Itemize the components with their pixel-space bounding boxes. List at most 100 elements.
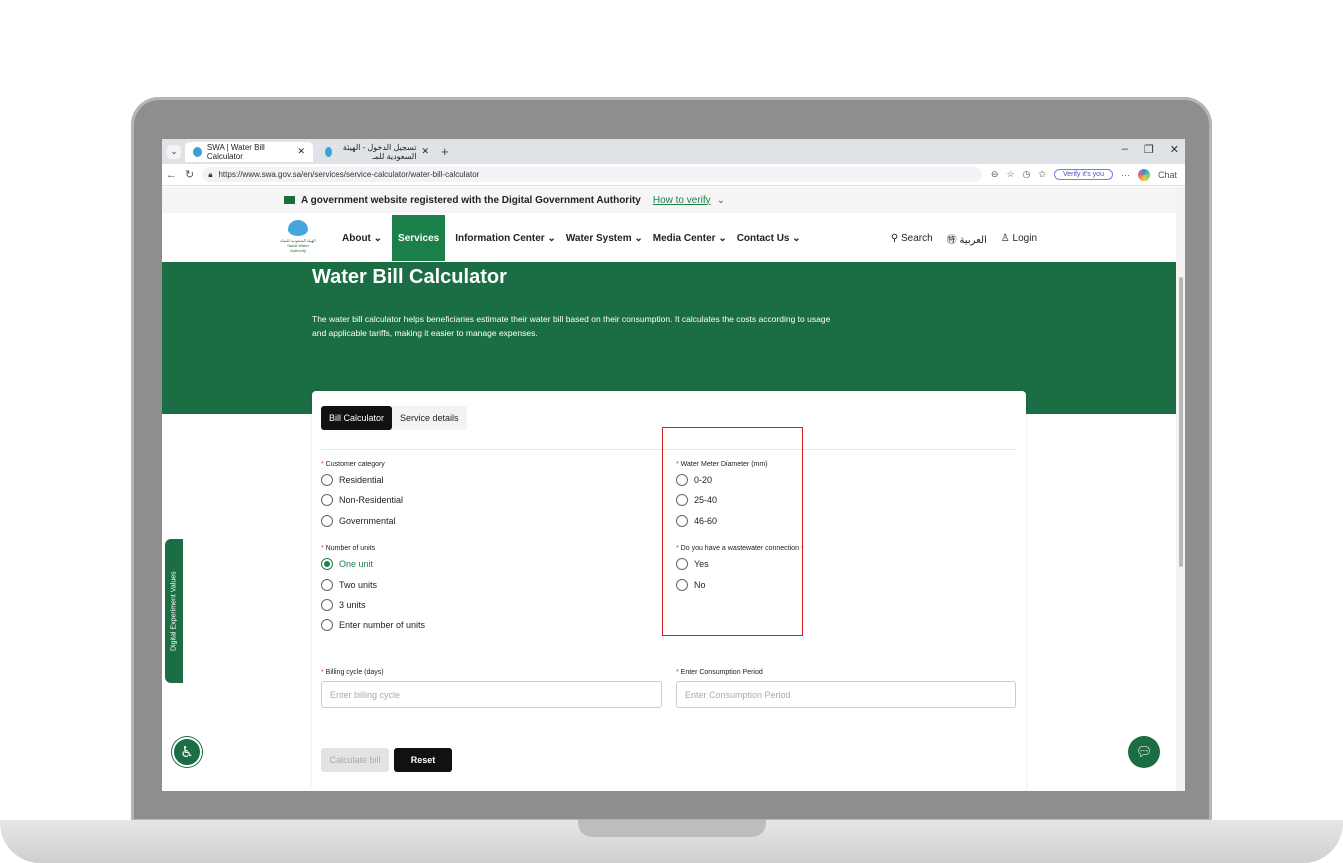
scrollbar-thumb[interactable] [1179, 277, 1183, 567]
label-text: Billing cycle (days) [325, 669, 384, 676]
flag-icon [284, 196, 295, 204]
radio-two-units[interactable]: Two units [321, 579, 377, 591]
zoom-icon[interactable]: ⊖ [991, 169, 999, 180]
browser-tab-bar: ⌄ SWA | Water Bill Calculator ✕ تسجيل ال… [162, 139, 1185, 164]
gov-banner-text: A government website registered with the… [301, 194, 641, 206]
user-icon: ♙ [1000, 232, 1010, 244]
radio-3-units[interactable]: 3 units [321, 599, 366, 611]
how-to-verify-link[interactable]: How to verify [653, 195, 711, 206]
reset-button[interactable]: Reset [394, 748, 452, 772]
url-field[interactable]: 🔒︎ https://www.swa.gov.sa/en/services/se… [202, 167, 983, 182]
radio-one-unit[interactable]: One unit [321, 558, 373, 570]
browser-screen: ⌄ SWA | Water Bill Calculator ✕ تسجيل ال… [162, 139, 1185, 791]
back-icon[interactable]: ← [166, 169, 177, 181]
nav-media-center[interactable]: Media Center ⌄ [653, 215, 727, 261]
swa-logo[interactable]: الهيئة السعودية للمياه Saudi Water Autho… [280, 220, 316, 256]
consumption-period-input[interactable]: Enter Consumption Period [676, 681, 1016, 708]
logo-text: الهيئة السعودية للمياه Saudi Water Autho… [280, 238, 316, 253]
extensions-icon[interactable]: ◷ [1023, 169, 1031, 180]
radio-label: Enter number of units [339, 620, 426, 630]
more-icon[interactable]: ··· [1121, 170, 1130, 180]
language-label: العربية [959, 234, 987, 246]
radio-label: 3 units [339, 600, 366, 610]
chat-label[interactable]: Chat [1158, 170, 1177, 180]
search-button[interactable]: ⚲ Search [891, 233, 933, 244]
customer-category-label: * Customer category [321, 461, 385, 468]
page-description: The water bill calculator helps benefici… [312, 314, 831, 338]
radio-label: Governmental [339, 516, 396, 526]
tab-bill-calculator[interactable]: Bill Calculator [321, 406, 393, 430]
chevron-down-icon[interactable]: ⌄ [717, 195, 725, 206]
close-tab-icon[interactable]: ✕ [421, 146, 429, 157]
browser-tab-active[interactable]: SWA | Water Bill Calculator ✕ [185, 141, 313, 162]
search-label: Search [900, 232, 933, 244]
refresh-icon[interactable]: ↻ [185, 168, 194, 181]
chat-bubble-icon[interactable]: 💬︎ [1128, 736, 1160, 768]
radio-label: One unit [339, 559, 374, 569]
minimize-icon[interactable]: – [1122, 143, 1128, 156]
tab-title: تسجيل الدخول - الهيئة السعودية للمـ [342, 142, 417, 161]
login-button[interactable]: ♙ Login [1001, 233, 1037, 244]
radio-non-residential[interactable]: Non-Residential [321, 494, 403, 506]
billing-cycle-label: * Billing cycle (days) [321, 669, 384, 676]
address-bar: ← ↻ 🔒︎ https://www.swa.gov.sa/en/service… [162, 164, 1185, 186]
water-drop-icon [288, 220, 308, 236]
lock-icon: 🔒︎ [208, 169, 213, 179]
radio-circle [321, 474, 333, 486]
favorite-star-icon[interactable]: ☆ [1006, 169, 1014, 180]
radio-enter-number-of-units[interactable]: Enter number of units [321, 619, 425, 631]
gov-banner: A government website registered with the… [162, 187, 1185, 213]
tab-service-details[interactable]: Service details [392, 406, 467, 430]
card-tabs: Bill Calculator Service details [321, 406, 467, 430]
radio-circle [321, 579, 333, 591]
radio-governmental[interactable]: Governmental [321, 515, 396, 527]
verify-profile-button[interactable]: Verify it's you [1053, 169, 1113, 180]
restore-icon[interactable]: ❐ [1144, 143, 1154, 156]
close-tab-icon[interactable]: ✕ [297, 146, 305, 157]
url-text: https://www.swa.gov.sa/en/services/servi… [218, 170, 480, 179]
language-button[interactable]: ㊕ العربية [947, 231, 987, 246]
nav-about[interactable]: About ⌄ [342, 215, 382, 261]
laptop-notch [578, 820, 766, 837]
nav-services[interactable]: Services [392, 215, 446, 261]
copilot-icon[interactable] [1137, 168, 1150, 181]
radio-circle [321, 515, 333, 527]
favorites-icon[interactable]: ✩ [1038, 169, 1046, 180]
radio-label: Residential [339, 475, 384, 485]
tab-list-button[interactable]: ⌄ [167, 144, 181, 159]
radio-residential[interactable]: Residential [321, 474, 384, 486]
label-text: Enter Consumption Period [680, 669, 763, 676]
site-favicon-icon [325, 146, 332, 157]
main-nav: About ⌄ Services Information Center ⌄ Wa… [342, 215, 801, 261]
digital-experiment-tab[interactable]: Digital Experiment Values [165, 539, 183, 683]
radio-circle-selected [321, 558, 333, 570]
label-text: Number of units [325, 545, 376, 552]
close-window-icon[interactable]: ✕ [1170, 143, 1179, 156]
browser-tab-inactive[interactable]: تسجيل الدخول - الهيئة السعودية للمـ ✕ [317, 142, 437, 162]
radio-circle [321, 599, 333, 611]
billing-cycle-input[interactable]: Enter billing cycle [321, 681, 662, 708]
window-controls: – ❐ ✕ [1122, 143, 1179, 156]
scrollbar[interactable] [1176, 187, 1185, 791]
page-title: Water Bill Calculator [312, 266, 507, 288]
browser-toolbar-right: ⊖ ☆ ◷ ✩ Verify it's you ··· Chat [991, 168, 1177, 181]
login-label: Login [1012, 232, 1037, 244]
accessibility-icon[interactable]: ♿︎ [172, 737, 202, 767]
search-icon: ⚲ [890, 232, 899, 244]
highlight-box [662, 427, 803, 636]
tab-title: SWA | Water Bill Calculator [206, 142, 265, 161]
radio-circle [321, 494, 333, 506]
new-tab-icon[interactable]: + [441, 144, 449, 159]
calculate-bill-button[interactable]: Calculate bill [321, 748, 389, 772]
radio-circle [321, 619, 333, 631]
label-text: Customer category [325, 461, 385, 468]
nav-contact-us[interactable]: Contact Us ⌄ [737, 215, 801, 261]
site-favicon-icon [193, 146, 202, 157]
consumption-period-label: * Enter Consumption Period [676, 669, 763, 676]
radio-label: Two units [339, 580, 378, 590]
nav-water-system[interactable]: Water System ⌄ [566, 215, 643, 261]
language-icon: ㊕ [946, 234, 957, 246]
radio-label: Non-Residential [339, 495, 404, 505]
number-of-units-label: * Number of units [321, 545, 376, 552]
nav-information-center[interactable]: Information Center ⌄ [455, 215, 556, 261]
